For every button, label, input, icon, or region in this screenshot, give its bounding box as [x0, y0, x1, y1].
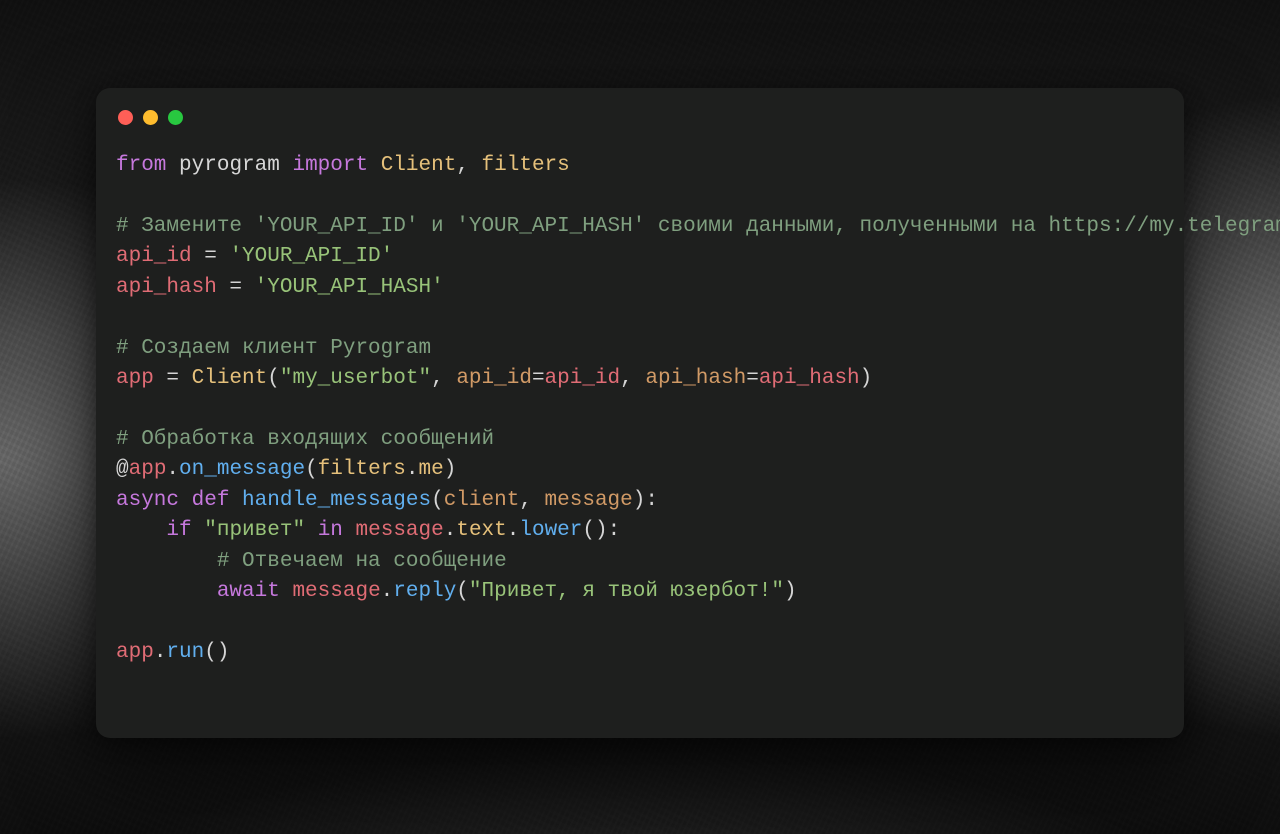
var-message: message	[356, 519, 444, 542]
parens: ()	[204, 641, 229, 664]
var-message: message	[292, 580, 380, 603]
space	[305, 519, 318, 542]
equals: =	[154, 367, 192, 390]
attr-me: me	[419, 458, 444, 481]
comment-line: # Замените 'YOUR_API_ID' и 'YOUR_API_HAS…	[116, 215, 1280, 238]
comma: ,	[519, 489, 544, 512]
class-client: Client	[192, 367, 268, 390]
param-message: message	[545, 489, 633, 512]
method-reply: reply	[393, 580, 456, 603]
keyword-import: import	[292, 154, 368, 177]
method-lower: lower	[519, 519, 582, 542]
equals: =	[746, 367, 759, 390]
space	[343, 519, 356, 542]
space	[280, 580, 293, 603]
keyword-if: if	[166, 519, 191, 542]
space	[192, 519, 205, 542]
equals: =	[192, 245, 230, 268]
attr-text: text	[456, 519, 506, 542]
parens: ()	[582, 519, 607, 542]
method-run: run	[166, 641, 204, 664]
paren-open: (	[305, 458, 318, 481]
paren-open: (	[267, 367, 280, 390]
paren-close: )	[784, 580, 797, 603]
keyword-in: in	[318, 519, 343, 542]
dot: .	[406, 458, 419, 481]
paren-open: (	[431, 489, 444, 512]
string-literal: "my_userbot"	[280, 367, 431, 390]
comment-line: # Обработка входящих сообщений	[116, 428, 494, 451]
module-name: pyrogram	[179, 154, 280, 177]
var-ref: api_hash	[759, 367, 860, 390]
class-client: Client	[381, 154, 457, 177]
function-name: handle_messages	[242, 489, 431, 512]
indent	[116, 519, 166, 542]
indent	[116, 580, 217, 603]
dot: .	[444, 519, 457, 542]
string-literal: 'YOUR_API_ID'	[229, 245, 393, 268]
string-literal: "привет"	[204, 519, 305, 542]
comma: ,	[620, 367, 645, 390]
string-literal: 'YOUR_API_HASH'	[255, 276, 444, 299]
colon: :	[608, 519, 621, 542]
minimize-icon[interactable]	[143, 110, 158, 125]
param-client: client	[444, 489, 520, 512]
paren-open: (	[456, 580, 469, 603]
dot: .	[166, 458, 179, 481]
indent	[116, 550, 217, 573]
equals: =	[532, 367, 545, 390]
dot: .	[507, 519, 520, 542]
var-app: app	[116, 367, 154, 390]
kwarg-api-hash: api_hash	[645, 367, 746, 390]
decorator-fn: on_message	[179, 458, 305, 481]
dot: .	[381, 580, 394, 603]
equals: =	[217, 276, 255, 299]
kwarg-api-id: api_id	[456, 367, 532, 390]
var-ref: api_id	[545, 367, 621, 390]
comma: ,	[431, 367, 456, 390]
paren-close: )	[633, 489, 646, 512]
class-filters: filters	[482, 154, 570, 177]
colon: :	[645, 489, 658, 512]
code-block: from pyrogram import Client, filters # З…	[116, 151, 1164, 668]
filters-ref: filters	[318, 458, 406, 481]
keyword-async: async	[116, 489, 179, 512]
var-app: app	[116, 641, 154, 664]
decorator-app: app	[129, 458, 167, 481]
zoom-icon[interactable]	[168, 110, 183, 125]
window-controls	[116, 108, 1164, 125]
comma: ,	[456, 154, 481, 177]
paren-close: )	[860, 367, 873, 390]
var-api-id: api_id	[116, 245, 192, 268]
at-sign: @	[116, 458, 129, 481]
keyword-from: from	[116, 154, 166, 177]
paren-close: )	[444, 458, 457, 481]
string-literal: "Привет, я твой юзербот!"	[469, 580, 784, 603]
dot: .	[154, 641, 167, 664]
keyword-await: await	[217, 580, 280, 603]
keyword-def: def	[192, 489, 230, 512]
var-api-hash: api_hash	[116, 276, 217, 299]
comment-line: # Создаем клиент Pyrogram	[116, 337, 431, 360]
comment-line: # Отвечаем на сообщение	[217, 550, 507, 573]
code-editor-window: from pyrogram import Client, filters # З…	[96, 88, 1184, 738]
close-icon[interactable]	[118, 110, 133, 125]
